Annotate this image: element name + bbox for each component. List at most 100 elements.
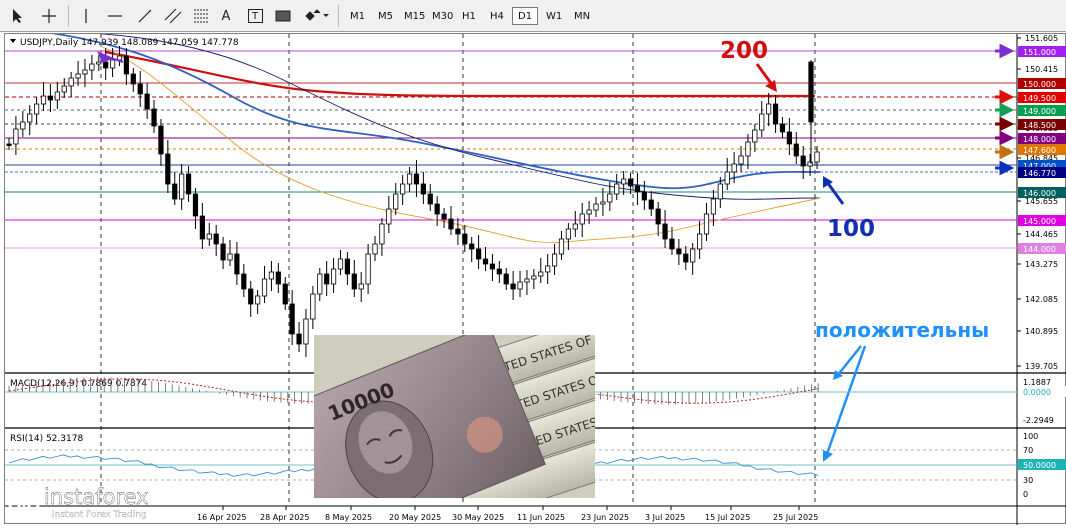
level-label: 148.500 xyxy=(1023,121,1056,130)
rsi-axis-70: 70 xyxy=(1023,446,1033,455)
candle xyxy=(393,193,399,210)
timeframe-d1[interactable]: D1 xyxy=(512,7,539,25)
macd-axis: 1.1887 0.0000 -2.2949 xyxy=(1018,378,1066,425)
horizontal-line-icon[interactable] xyxy=(104,4,126,28)
candle xyxy=(545,265,551,273)
fibonacci-icon[interactable] xyxy=(190,4,212,28)
candle xyxy=(296,333,302,345)
candle xyxy=(565,228,571,240)
candle xyxy=(462,233,468,245)
candle xyxy=(27,113,33,123)
text-tool-icon[interactable]: A xyxy=(216,4,236,28)
price-axis-label: 145.655 xyxy=(1025,197,1058,206)
candle xyxy=(717,183,723,200)
toolbar: A T M1 M5 M15 M30 H1 H4 D1 W1 MN xyxy=(0,0,1066,32)
date-axis-label: 8 May 2025 xyxy=(325,513,372,522)
rsi-axis-0: 0 xyxy=(1023,490,1028,499)
candle xyxy=(759,113,765,131)
candle xyxy=(662,223,668,240)
candle xyxy=(772,103,779,125)
timeframe-w1[interactable]: W1 xyxy=(540,7,568,25)
candle xyxy=(752,129,758,143)
candle xyxy=(808,61,814,123)
candle xyxy=(220,243,226,261)
candle xyxy=(47,95,54,101)
date-axis-label: 23 Jun 2025 xyxy=(581,513,629,522)
candle xyxy=(676,248,682,255)
timeframe-m1[interactable]: M1 xyxy=(344,7,371,25)
timeframe-h4[interactable]: H4 xyxy=(484,7,510,25)
level-label: 149.000 xyxy=(1023,107,1056,116)
vertical-line-icon[interactable] xyxy=(76,4,96,28)
candle xyxy=(275,271,281,285)
instaforex-emblem-icon xyxy=(7,482,41,518)
level-label: 146.770 xyxy=(1023,169,1056,178)
candle xyxy=(40,95,47,105)
rectangle-icon[interactable] xyxy=(272,4,294,28)
candle xyxy=(793,143,799,157)
candle xyxy=(476,248,482,260)
candle xyxy=(261,278,268,297)
candle xyxy=(123,55,130,75)
date-axis-label: 15 Jul 2025 xyxy=(705,513,750,522)
level-label: 144.000 xyxy=(1023,245,1056,254)
candle xyxy=(510,283,516,290)
macd-axis-zero: 0.0000 xyxy=(1023,388,1051,397)
date-axis-label: 25 Jul 2025 xyxy=(773,513,818,522)
level-label: 149.500 xyxy=(1023,94,1056,103)
text-label-glyph: T xyxy=(247,9,263,23)
candle xyxy=(192,193,199,217)
timeframe-h1[interactable]: H1 xyxy=(456,7,482,25)
candle xyxy=(800,155,806,167)
price-axis-label: 140.895 xyxy=(1025,327,1058,336)
date-axis: 16 Apr 2025 28 Apr 2025 8 May 2025 20 May 2… xyxy=(197,506,818,522)
rsi-title: RSI(14) 52.3178 xyxy=(10,434,83,444)
candle xyxy=(690,248,696,263)
candle xyxy=(103,61,109,69)
trendline-icon[interactable] xyxy=(134,4,156,28)
candle xyxy=(420,183,426,195)
crosshair-icon[interactable] xyxy=(38,4,60,28)
candle xyxy=(413,173,420,185)
channel-icon[interactable] xyxy=(162,4,184,28)
candle xyxy=(96,61,102,65)
candle xyxy=(634,185,641,193)
candle xyxy=(185,173,192,195)
candle xyxy=(351,273,357,290)
macd-axis-top: 1.1887 xyxy=(1023,378,1051,387)
candle xyxy=(330,268,337,285)
timeframe-m5[interactable]: M5 xyxy=(372,7,399,25)
candle xyxy=(199,215,205,240)
candle xyxy=(109,59,116,69)
candle xyxy=(248,288,254,305)
candle xyxy=(807,161,813,167)
macd-axis-bottom: -2.2949 xyxy=(1023,416,1054,425)
candle xyxy=(641,191,647,201)
level-label: 146.000 xyxy=(1023,189,1056,198)
rsi-axis-50: 50.0000 xyxy=(1023,461,1056,470)
candle xyxy=(786,131,792,145)
candle xyxy=(227,253,233,261)
candle xyxy=(89,63,95,71)
text-label-icon[interactable]: T xyxy=(244,4,266,28)
candle xyxy=(137,83,143,95)
candle xyxy=(34,103,40,115)
timeframe-mn[interactable]: MN xyxy=(568,7,596,25)
candle xyxy=(379,223,385,245)
annotation-200: 200 xyxy=(720,38,768,64)
candle xyxy=(158,125,164,155)
candle xyxy=(482,258,489,265)
candle xyxy=(496,268,502,275)
candle xyxy=(151,108,157,127)
candle xyxy=(607,193,613,203)
shapes-dropdown-icon[interactable] xyxy=(302,4,332,28)
candle xyxy=(324,273,330,285)
date-axis-label: 28 Apr 2025 xyxy=(260,513,309,522)
candle xyxy=(337,258,344,270)
price-axis-label: 142.085 xyxy=(1025,295,1058,304)
candle xyxy=(68,77,74,87)
candle xyxy=(669,238,675,250)
timeframe-m30[interactable]: M30 xyxy=(426,7,459,25)
candle xyxy=(6,143,12,146)
cursor-icon[interactable] xyxy=(8,4,28,28)
